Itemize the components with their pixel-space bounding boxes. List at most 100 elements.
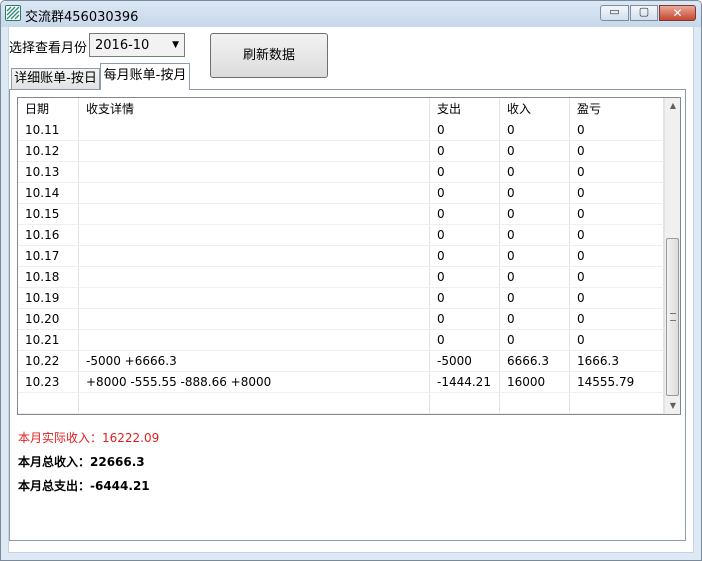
bill-table[interactable]: 日期 收支详情 支出 收入 盈亏 10.11 0 0 0 10.12 0 0 0 10.13 0 0… [17, 97, 681, 415]
cell-expense: 0 [430, 162, 500, 182]
cell-date: 10.13 [18, 162, 79, 182]
table-row[interactable]: 10.16 0 0 0 [18, 225, 664, 246]
grip-icon [670, 313, 676, 321]
table-row[interactable]: 10.21 0 0 0 [18, 330, 664, 351]
cell-date: 10.18 [18, 267, 79, 287]
app-icon [5, 5, 21, 21]
column-header-details[interactable]: 收支详情 [79, 98, 430, 120]
cell-income: 6666.3 [500, 351, 570, 371]
cell-details [79, 246, 430, 266]
cell-profit: 0 [570, 309, 664, 329]
total-income-summary: 本月总收入：22666.3 [18, 455, 145, 469]
cell-income: 0 [500, 288, 570, 308]
table-row[interactable]: 10.14 0 0 0 [18, 183, 664, 204]
cell-expense: -1444.21 [430, 372, 500, 392]
cell-income: 0 [500, 225, 570, 245]
table-row[interactable]: 10.11 0 0 0 [18, 120, 664, 141]
month-select[interactable]: 2016-10 ▼ [89, 33, 185, 57]
cell-income: 0 [500, 162, 570, 182]
cell-details [79, 225, 430, 245]
cell-details [79, 330, 430, 350]
cell-profit: 0 [570, 267, 664, 287]
tab-monthly[interactable]: 每月账单-按月 [100, 63, 190, 90]
cell-details [79, 267, 430, 287]
cell-date: 10.21 [18, 330, 79, 350]
cell-details [79, 393, 430, 413]
cell-details [79, 141, 430, 161]
cell-profit: 14555.79 [570, 372, 664, 392]
cell-date: 10.17 [18, 246, 79, 266]
cell-profit: 0 [570, 330, 664, 350]
total-expense-summary: 本月总支出：-6444.21 [18, 479, 150, 493]
cell-details [79, 162, 430, 182]
month-label: 选择查看月份 [9, 41, 88, 56]
minimize-icon: ▭ [609, 5, 620, 18]
cell-expense [430, 393, 500, 413]
cell-expense: 0 [430, 204, 500, 224]
scroll-down-icon[interactable]: ▼ [665, 398, 680, 414]
cell-details [79, 183, 430, 203]
table-row[interactable]: 10.19 0 0 0 [18, 288, 664, 309]
cell-profit [570, 393, 664, 413]
minimize-button[interactable]: ▭ [600, 5, 629, 21]
month-select-value: 2016-10 [95, 38, 150, 53]
cell-income: 0 [500, 267, 570, 287]
column-header-expense[interactable]: 支出 [430, 98, 500, 120]
actual-income-summary: 本月实际收入：16222.09 [18, 431, 160, 445]
table-row[interactable]: 10.20 0 0 0 [18, 309, 664, 330]
cell-income: 0 [500, 330, 570, 350]
chevron-down-icon: ▼ [172, 40, 179, 50]
cell-income: 0 [500, 309, 570, 329]
table-row[interactable]: 10.23 +8000 -555.55 -888.66 +8000 -1444.21… [18, 372, 664, 393]
column-header-income[interactable]: 收入 [500, 98, 570, 120]
cell-expense: 0 [430, 267, 500, 287]
cell-date [18, 393, 79, 413]
cell-income: 0 [500, 204, 570, 224]
cell-date: 10.12 [18, 141, 79, 161]
cell-expense: 0 [430, 225, 500, 245]
scrollbar-thumb[interactable] [666, 238, 679, 396]
cell-profit: 0 [570, 141, 664, 161]
cell-income: 0 [500, 246, 570, 266]
cell-profit: 0 [570, 162, 664, 182]
cell-date: 10.14 [18, 183, 79, 203]
cell-expense: 0 [430, 183, 500, 203]
tab-daily[interactable]: 详细账单-按日 [11, 68, 100, 89]
vertical-scrollbar[interactable]: ▲ ▼ [664, 98, 680, 414]
maximize-button[interactable]: ▢ [630, 5, 658, 21]
cell-income: 0 [500, 120, 570, 140]
cell-expense: 0 [430, 288, 500, 308]
cell-details [79, 204, 430, 224]
cell-income: 16000 [500, 372, 570, 392]
cell-profit: 0 [570, 246, 664, 266]
table-row[interactable] [18, 393, 664, 414]
cell-expense: 0 [430, 141, 500, 161]
cell-date: 10.22 [18, 351, 79, 371]
cell-profit: 1666.3 [570, 351, 664, 371]
cell-date: 10.20 [18, 309, 79, 329]
cell-date: 10.16 [18, 225, 79, 245]
column-header-profit[interactable]: 盈亏 [570, 98, 664, 120]
refresh-button[interactable]: 刷新数据 [210, 33, 328, 78]
cell-expense: 0 [430, 246, 500, 266]
scroll-up-icon[interactable]: ▲ [665, 98, 680, 114]
column-header-date[interactable]: 日期 [18, 98, 79, 120]
table-row[interactable]: 10.15 0 0 0 [18, 204, 664, 225]
table-row[interactable]: 10.12 0 0 0 [18, 141, 664, 162]
cell-details [79, 120, 430, 140]
title-bar[interactable]: 交流群456030396 ▭ ▢ ✕ [1, 1, 701, 27]
cell-expense: 0 [430, 120, 500, 140]
cell-profit: 0 [570, 225, 664, 245]
table-row[interactable]: 10.22 -5000 +6666.3 -5000 6666.3 1666.3 [18, 351, 664, 372]
close-button[interactable]: ✕ [659, 5, 696, 21]
cell-details [79, 309, 430, 329]
cell-profit: 0 [570, 120, 664, 140]
cell-profit: 0 [570, 204, 664, 224]
table-row[interactable]: 10.18 0 0 0 [18, 267, 664, 288]
table-row[interactable]: 10.13 0 0 0 [18, 162, 664, 183]
cell-details [79, 288, 430, 308]
cell-expense: 0 [430, 309, 500, 329]
table-row[interactable]: 10.17 0 0 0 [18, 246, 664, 267]
window-title: 交流群456030396 [25, 10, 139, 25]
cell-income: 0 [500, 141, 570, 161]
